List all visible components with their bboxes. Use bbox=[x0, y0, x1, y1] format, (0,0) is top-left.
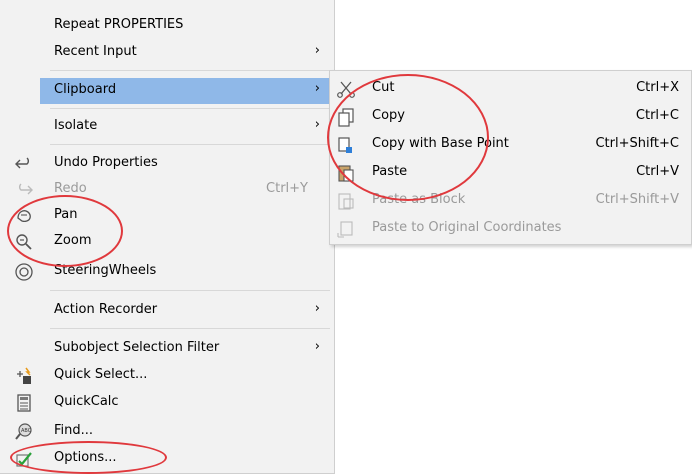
menu-item-label: Undo Properties bbox=[54, 155, 158, 170]
menu-item-label: Clipboard bbox=[54, 82, 117, 97]
menu-item-shortcut: Ctrl+X bbox=[636, 80, 679, 95]
menu-separator bbox=[50, 144, 330, 145]
menu-item-shortcut: Ctrl+Shift+V bbox=[595, 192, 679, 207]
undo-icon bbox=[15, 157, 29, 169]
menu-item-label: Isolate bbox=[54, 118, 98, 133]
calculator-icon bbox=[17, 394, 31, 412]
menu-separator bbox=[50, 328, 330, 329]
menu-item-label: Quick Select... bbox=[54, 367, 148, 382]
submenu-arrow-icon: › bbox=[314, 339, 320, 354]
menu-item-shortcut: Ctrl+C bbox=[635, 108, 679, 123]
quick-select-icon bbox=[17, 367, 31, 384]
paste-coordinates-icon bbox=[337, 221, 353, 238]
find-abc-icon: ABC bbox=[15, 423, 32, 440]
annotation-circle bbox=[7, 195, 123, 267]
menu-item-shortcut: Ctrl+Y bbox=[266, 181, 308, 196]
menu-item-isolate[interactable]: Isolate › bbox=[0, 114, 334, 140]
menu-item-subobject-selection-filter[interactable]: Subobject Selection Filter › bbox=[0, 336, 334, 362]
menu-item-find[interactable]: ABC Find... bbox=[0, 419, 334, 445]
menu-item-recent-input[interactable]: Recent Input › bbox=[0, 40, 334, 66]
menu-item-label: Subobject Selection Filter bbox=[54, 340, 220, 355]
menu-item-shortcut: Ctrl+V bbox=[636, 164, 679, 179]
paste-block-icon bbox=[338, 193, 354, 210]
menu-item-quick-select[interactable]: Quick Select... bbox=[0, 363, 334, 389]
menu-separator bbox=[50, 108, 330, 109]
redo-icon bbox=[19, 183, 33, 195]
menu-item-label: Recent Input bbox=[54, 44, 137, 59]
submenu-arrow-icon: › bbox=[314, 81, 320, 96]
submenu-arrow-icon: › bbox=[314, 301, 320, 316]
menu-item-shortcut: Ctrl+Shift+C bbox=[595, 136, 679, 151]
menu-separator bbox=[50, 290, 330, 291]
menu-item-label: Repeat PROPERTIES bbox=[54, 17, 184, 32]
steering-wheel-icon bbox=[15, 263, 33, 281]
menu-item-undo-properties[interactable]: Undo Properties bbox=[0, 151, 334, 177]
svg-text:ABC: ABC bbox=[21, 428, 32, 434]
menu-item-label: Find... bbox=[54, 423, 94, 438]
submenu-arrow-icon: › bbox=[314, 43, 320, 58]
menu-separator bbox=[50, 70, 330, 71]
menu-item-action-recorder[interactable]: Action Recorder › bbox=[0, 298, 334, 324]
annotation-circle bbox=[10, 441, 167, 474]
submenu-arrow-icon: › bbox=[314, 117, 320, 132]
menu-item-label: Paste to Original Coordinates bbox=[372, 220, 562, 235]
menu-item-quickcalc[interactable]: QuickCalc bbox=[0, 390, 334, 416]
menu-item-paste-to-original-coordinates[interactable]: Paste to Original Coordinates bbox=[330, 216, 691, 242]
menu-item-label: Action Recorder bbox=[54, 302, 158, 317]
menu-item-repeat-properties[interactable]: Repeat PROPERTIES bbox=[0, 13, 334, 39]
menu-item-label: QuickCalc bbox=[54, 394, 119, 409]
menu-item-label: Redo bbox=[54, 181, 87, 196]
menu-item-clipboard[interactable]: Clipboard › bbox=[40, 78, 334, 104]
annotation-circle bbox=[327, 74, 489, 201]
